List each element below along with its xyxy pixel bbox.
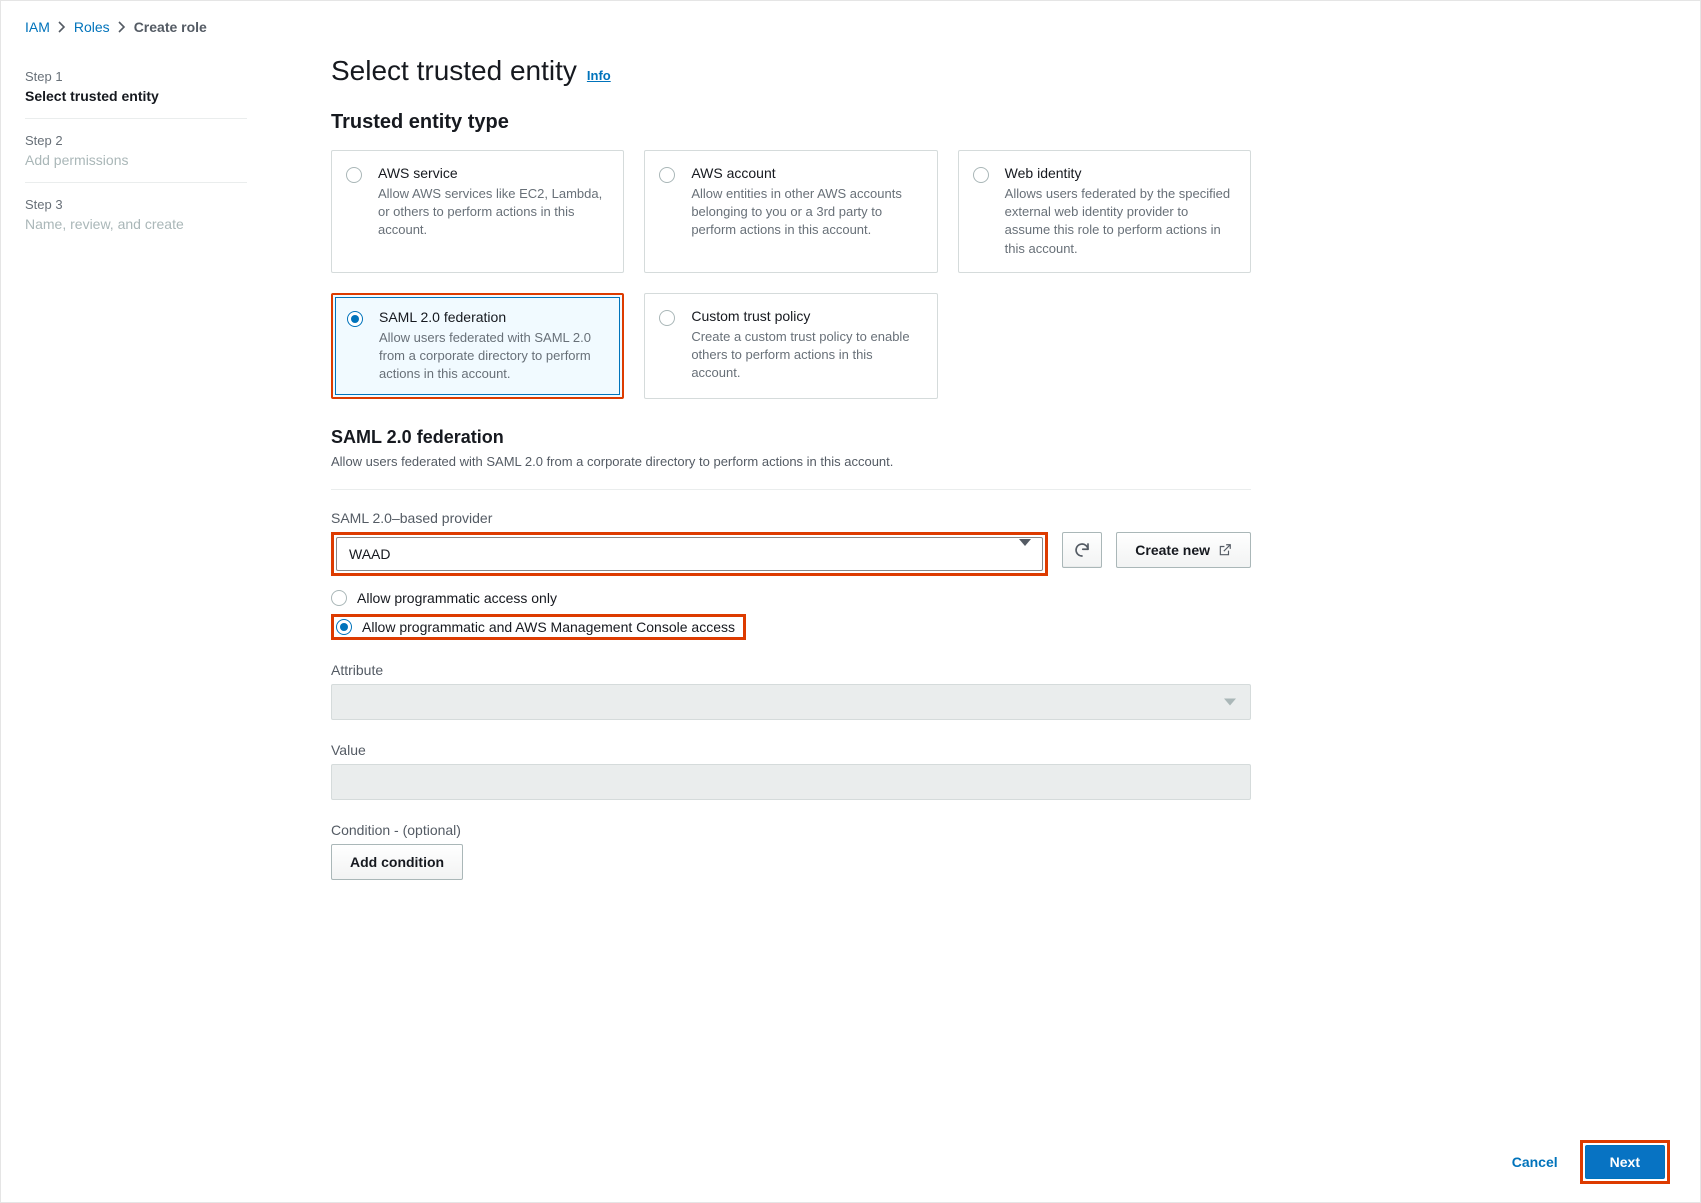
breadcrumb-current: Create role bbox=[134, 19, 207, 35]
radio-icon bbox=[973, 167, 989, 183]
refresh-button[interactable] bbox=[1062, 532, 1102, 568]
access-option-label: Allow programmatic access only bbox=[357, 590, 557, 606]
entity-custom-trust-policy[interactable]: Custom trust policy Create a custom trus… bbox=[644, 293, 937, 400]
divider bbox=[331, 489, 1251, 490]
step-1-label: Select trusted entity bbox=[25, 88, 159, 104]
entity-saml-federation[interactable]: SAML 2.0 federation Allow users federate… bbox=[331, 293, 624, 400]
main-content: Select trusted entity Info Trusted entit… bbox=[271, 45, 1311, 880]
create-new-button[interactable]: Create new bbox=[1116, 532, 1251, 568]
attribute-label: Attribute bbox=[331, 662, 1251, 678]
access-option-programmatic-console[interactable]: Allow programmatic and AWS Management Co… bbox=[331, 614, 746, 640]
wizard-steps: Step 1 Select trusted entity Step 2 Add … bbox=[1, 45, 271, 880]
create-new-label: Create new bbox=[1135, 542, 1210, 558]
entity-title: SAML 2.0 federation bbox=[379, 309, 606, 325]
entity-desc: Create a custom trust policy to enable o… bbox=[691, 328, 920, 383]
step-2-label: Add permissions bbox=[25, 152, 129, 168]
access-option-programmatic-only[interactable]: Allow programmatic access only bbox=[331, 590, 1251, 606]
entity-title: AWS service bbox=[378, 165, 607, 181]
provider-label: SAML 2.0–based provider bbox=[331, 510, 1251, 526]
step-1[interactable]: Step 1 Select trusted entity bbox=[25, 55, 247, 119]
provider-select[interactable]: WAAD bbox=[331, 532, 1048, 576]
breadcrumb: IAM Roles Create role bbox=[1, 1, 1700, 45]
attribute-select bbox=[331, 684, 1251, 720]
entity-desc: Allow AWS services like EC2, Lambda, or … bbox=[378, 185, 607, 240]
caret-down-icon bbox=[1019, 546, 1031, 562]
radio-icon bbox=[331, 590, 347, 606]
add-condition-button[interactable]: Add condition bbox=[331, 844, 463, 880]
saml-section: SAML 2.0 federation Allow users federate… bbox=[331, 427, 1251, 469]
step-3: Step 3 Name, review, and create bbox=[25, 183, 247, 246]
step-2: Step 2 Add permissions bbox=[25, 119, 247, 183]
step-2-num: Step 2 bbox=[25, 133, 247, 148]
breadcrumb-roles[interactable]: Roles bbox=[74, 19, 110, 35]
access-option-label: Allow programmatic and AWS Management Co… bbox=[362, 619, 735, 635]
caret-down-icon bbox=[1224, 699, 1236, 706]
entity-title: Web identity bbox=[1005, 165, 1234, 181]
next-button[interactable]: Next bbox=[1585, 1145, 1665, 1179]
chevron-right-icon bbox=[118, 21, 126, 33]
radio-icon bbox=[346, 167, 362, 183]
provider-value: WAAD bbox=[349, 546, 390, 562]
entity-desc: Allow users federated with SAML 2.0 from… bbox=[379, 329, 606, 384]
radio-icon bbox=[659, 310, 675, 326]
info-link[interactable]: Info bbox=[587, 68, 611, 83]
radio-icon bbox=[347, 311, 363, 327]
external-link-icon bbox=[1218, 543, 1232, 557]
page-title: Select trusted entity bbox=[331, 55, 577, 87]
step-1-num: Step 1 bbox=[25, 69, 247, 84]
saml-section-desc: Allow users federated with SAML 2.0 from… bbox=[331, 454, 1251, 469]
cancel-button[interactable]: Cancel bbox=[1512, 1154, 1558, 1170]
entity-desc: Allow entities in other AWS accounts bel… bbox=[691, 185, 920, 240]
radio-icon bbox=[336, 619, 352, 635]
value-input bbox=[331, 764, 1251, 800]
add-condition-label: Add condition bbox=[350, 854, 444, 870]
entity-aws-account[interactable]: AWS account Allow entities in other AWS … bbox=[644, 150, 937, 273]
entity-title: AWS account bbox=[691, 165, 920, 181]
step-3-label: Name, review, and create bbox=[25, 216, 184, 232]
saml-section-title: SAML 2.0 federation bbox=[331, 427, 1251, 448]
entity-web-identity[interactable]: Web identity Allows users federated by t… bbox=[958, 150, 1251, 273]
breadcrumb-iam[interactable]: IAM bbox=[25, 19, 50, 35]
condition-label: Condition - (optional) bbox=[331, 822, 1251, 838]
entity-desc: Allows users federated by the specified … bbox=[1005, 185, 1234, 258]
chevron-right-icon bbox=[58, 21, 66, 33]
entity-type-grid: AWS service Allow AWS services like EC2,… bbox=[331, 150, 1251, 399]
value-label: Value bbox=[331, 742, 1251, 758]
wizard-footer: Cancel Next bbox=[1512, 1140, 1670, 1184]
refresh-icon bbox=[1073, 541, 1091, 559]
step-3-num: Step 3 bbox=[25, 197, 247, 212]
radio-icon bbox=[659, 167, 675, 183]
entity-aws-service[interactable]: AWS service Allow AWS services like EC2,… bbox=[331, 150, 624, 273]
entity-title: Custom trust policy bbox=[691, 308, 920, 324]
entity-type-heading: Trusted entity type bbox=[331, 111, 1251, 134]
